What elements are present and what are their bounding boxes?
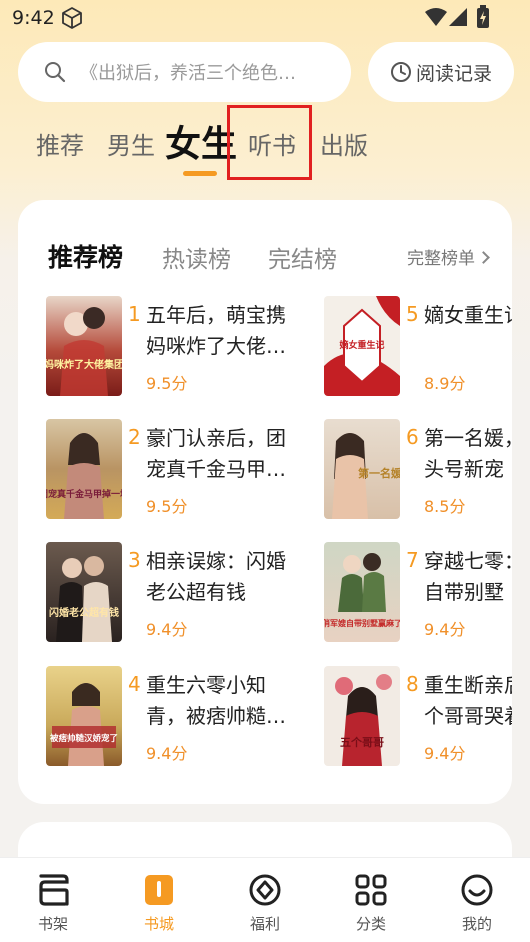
- search-bar[interactable]: 《出狱后，养活三个绝色…: [18, 42, 351, 102]
- rank-number: 7: [406, 548, 419, 572]
- status-bar: 9:42: [0, 0, 530, 36]
- book-score: 9.5分: [146, 497, 188, 516]
- book-item[interactable]: 第一名媛 6 第一名媛，她的头号新宠 8.5分: [324, 419, 512, 521]
- book-cover: 五个哥哥: [324, 666, 400, 766]
- book-item[interactable]: 俏军嫂自带别墅赢麻了 7 穿越七零：嫂嫂自带别墅 9.4分: [324, 542, 512, 644]
- book-title: 相亲误嫁：闪婚老公超有钱: [146, 549, 286, 604]
- nav-bookstore-label: 书城: [143, 915, 174, 933]
- active-tab-indicator: [183, 171, 217, 176]
- nav-profile[interactable]: 我的: [437, 858, 517, 942]
- rank-number: 4: [128, 672, 141, 696]
- reading-history-label: 阅读记录: [415, 62, 492, 85]
- bookshelf-icon: [39, 874, 69, 906]
- book-cover: 团宠真千金马甲掉一地: [46, 419, 122, 519]
- clock-icon: [390, 62, 411, 82]
- book-score: 9.4分: [424, 620, 466, 639]
- ranking-tabs: 推荐榜 热读榜 完结榜 完整榜单: [18, 238, 512, 278]
- tab-recommend[interactable]: 推荐: [36, 128, 84, 164]
- nav-bookshelf[interactable]: 书架: [13, 858, 93, 942]
- rank-number: 5: [406, 302, 419, 326]
- nav-welfare[interactable]: 福利: [225, 858, 305, 942]
- rank-number: 3: [128, 548, 141, 572]
- book-score: 8.5分: [424, 497, 466, 516]
- book-item[interactable]: 闪婚老公超有钱 3 相亲误嫁：闪婚老公超有钱 9.4分: [46, 542, 286, 644]
- reading-history-button[interactable]: 阅读记录: [368, 42, 514, 102]
- book-title: 豪门认亲后，团宠真千金马甲…: [146, 426, 286, 481]
- cover-title: 五个哥哥: [340, 735, 384, 749]
- tab-hot-rank[interactable]: 热读榜: [162, 240, 231, 274]
- tab-publishing[interactable]: 出版: [320, 128, 368, 164]
- rank-number: 1: [128, 302, 141, 326]
- cover-title: 被痞帅糙汉娇宠了: [50, 733, 118, 744]
- highlight-box: [227, 105, 312, 180]
- book-score: 9.4分: [424, 744, 466, 763]
- package-icon: [62, 7, 82, 29]
- book-title: 嫡女重生记: [424, 303, 512, 327]
- book-score: 9.4分: [146, 744, 188, 763]
- ranking-card: 推荐榜 热读榜 完结榜 完整榜单 妈咪炸了大佬集团 1 五年后，萌宝携妈咪炸了大…: [18, 200, 512, 804]
- cover-title: 妈咪炸了大佬集团: [46, 358, 122, 371]
- book-item[interactable]: 妈咪炸了大佬集团 1 五年后，萌宝携妈咪炸了大佬… 9.5分: [46, 296, 286, 398]
- rank-number: 8: [406, 672, 419, 696]
- book-score: 9.5分: [146, 374, 188, 393]
- book-title: 重生六零小知青，被痞帅糙…: [146, 673, 286, 728]
- book-item[interactable]: 嫡女重生记 5 嫡女重生记 8.9分: [324, 296, 512, 398]
- book-cover: 被痞帅糙汉娇宠了: [46, 666, 122, 766]
- battery-charging-icon: [477, 5, 489, 28]
- chevron-right-icon: [477, 251, 490, 264]
- full-list-label: 完整榜单: [407, 249, 475, 269]
- book-cover: 妈咪炸了大佬集团: [46, 296, 122, 396]
- search-placeholder: 《出狱后，养活三个绝色…: [80, 63, 296, 84]
- category-icon: [355, 874, 387, 906]
- book-cover: 第一名媛: [324, 419, 400, 519]
- bottom-nav: 书架 书城 福利 分类 我的: [0, 858, 530, 942]
- cellular-signal-icon: [449, 8, 467, 26]
- book-title: 重生断亲后，五个哥哥哭着: [424, 673, 512, 728]
- search-icon: [45, 62, 66, 83]
- cover-title: 嫡女重生记: [339, 339, 384, 351]
- welfare-icon: [249, 874, 281, 906]
- book-cover: 闪婚老公超有钱: [46, 542, 122, 642]
- tab-finished-rank[interactable]: 完结榜: [268, 240, 337, 274]
- cover-title: 团宠真千金马甲掉一地: [46, 488, 122, 500]
- nav-category-label: 分类: [355, 915, 386, 933]
- tab-recommend-rank[interactable]: 推荐榜: [48, 238, 123, 274]
- nav-profile-label: 我的: [461, 915, 492, 933]
- profile-icon: [461, 874, 493, 906]
- nav-bookstore[interactable]: 书城: [119, 858, 199, 942]
- rank-number: 6: [406, 425, 419, 449]
- book-score: 9.4分: [146, 620, 188, 639]
- book-title: 第一名媛，她的头号新宠: [424, 426, 512, 481]
- book-title: 五年后，萌宝携妈咪炸了大佬…: [146, 303, 286, 358]
- book-item[interactable]: 团宠真千金马甲掉一地 2 豪门认亲后，团宠真千金马甲… 9.5分: [46, 419, 286, 521]
- bookstore-icon: [145, 875, 173, 905]
- wifi-icon: [425, 8, 447, 26]
- book-score: 8.9分: [424, 374, 466, 393]
- book-cover: 俏军嫂自带别墅赢麻了: [324, 542, 400, 642]
- nav-welfare-label: 福利: [249, 915, 280, 933]
- book-item[interactable]: 五个哥哥 8 重生断亲后，五个哥哥哭着 9.4分: [324, 666, 512, 768]
- nav-category[interactable]: 分类: [331, 858, 411, 942]
- nav-bookshelf-label: 书架: [37, 915, 68, 933]
- status-time: 9:42: [12, 7, 55, 29]
- rank-number: 2: [128, 425, 141, 449]
- cover-title: 第一名媛: [358, 466, 400, 480]
- cover-title: 闪婚老公超有钱: [49, 606, 119, 619]
- book-item[interactable]: 被痞帅糙汉娇宠了 4 重生六零小知青，被痞帅糙… 9.4分: [46, 666, 286, 768]
- cover-title: 俏军嫂自带别墅赢麻了: [324, 618, 400, 628]
- book-cover: 嫡女重生记: [324, 296, 400, 396]
- book-title: 穿越七零：嫂嫂自带别墅: [424, 549, 512, 604]
- tab-male[interactable]: 男生: [107, 128, 155, 164]
- full-list-link[interactable]: 完整榜单: [407, 244, 490, 269]
